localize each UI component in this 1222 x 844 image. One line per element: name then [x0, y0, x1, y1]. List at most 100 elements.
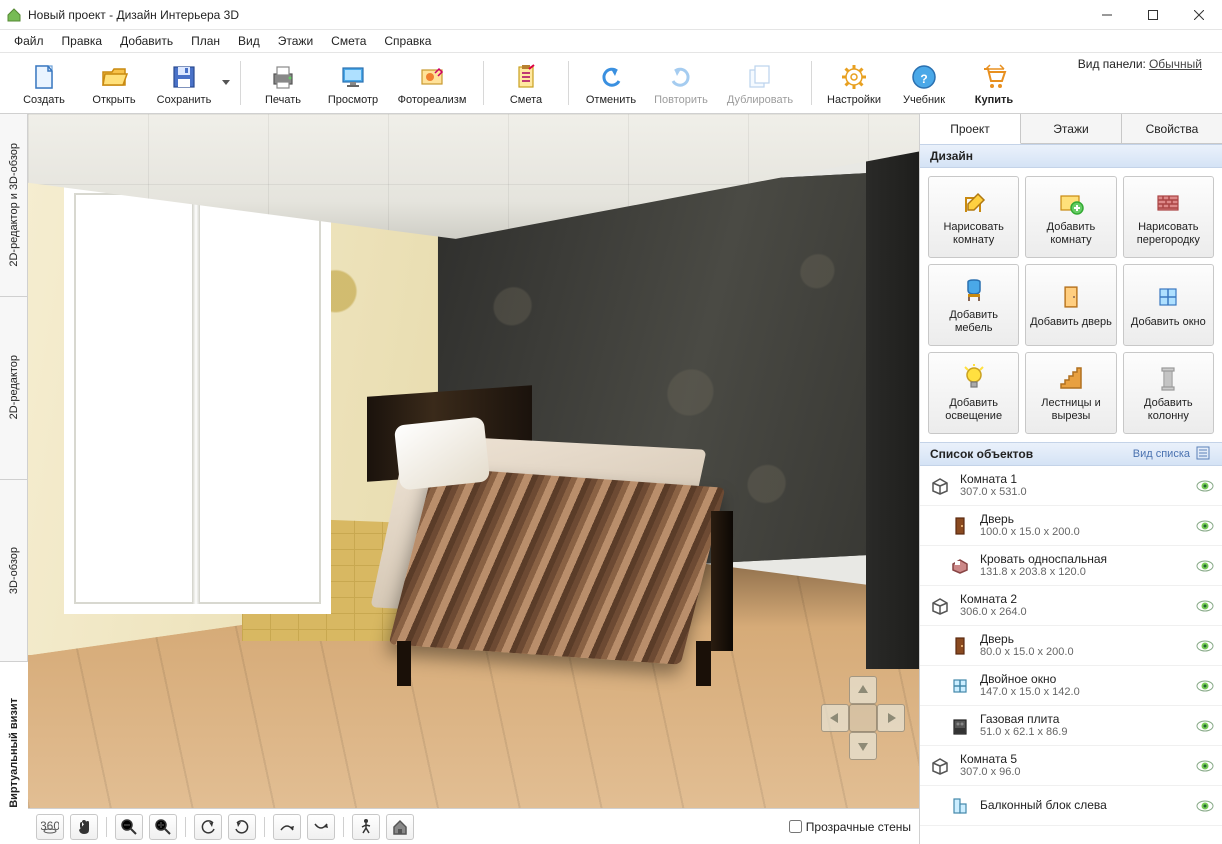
- door-sm-icon: [948, 634, 972, 658]
- minimize-button[interactable]: [1084, 0, 1130, 30]
- zoom-in-icon: [154, 818, 172, 836]
- visibility-eye-icon[interactable]: [1196, 480, 1214, 492]
- save-dropdown[interactable]: [220, 53, 232, 113]
- menu-вид[interactable]: Вид: [230, 32, 268, 50]
- menu-план[interactable]: План: [183, 32, 228, 50]
- chair-icon: [959, 275, 989, 305]
- visibility-eye-icon[interactable]: [1196, 800, 1214, 812]
- tilt-down-button[interactable]: [307, 814, 335, 840]
- balcony-sm-icon: [948, 794, 972, 818]
- right-tab-свойства[interactable]: Свойства: [1122, 114, 1222, 143]
- undo-button[interactable]: Отменить: [577, 53, 645, 113]
- object-item[interactable]: Газовая плита51.0 x 62.1 x 86.9: [920, 706, 1222, 746]
- transparent-walls-input[interactable]: [789, 820, 802, 833]
- design-buttons-grid: Нарисовать комнатуДобавить комнатуНарисо…: [920, 168, 1222, 442]
- nav-up-button[interactable]: [849, 676, 877, 704]
- add-room-button[interactable]: Добавить комнату: [1025, 176, 1116, 258]
- walk-button[interactable]: [352, 814, 380, 840]
- right-tab-проект[interactable]: Проект: [920, 114, 1021, 144]
- turntable-button[interactable]: 360: [36, 814, 64, 840]
- visibility-eye-icon[interactable]: [1196, 720, 1214, 732]
- visibility-eye-icon[interactable]: [1196, 560, 1214, 572]
- add-window-button[interactable]: Добавить окно: [1123, 264, 1214, 346]
- visibility-eye-icon[interactable]: [1196, 680, 1214, 692]
- file-new-icon: [28, 61, 60, 93]
- preview-button[interactable]: Просмотр: [319, 53, 387, 113]
- tilt-up-button[interactable]: [273, 814, 301, 840]
- buy-button[interactable]: Купить: [960, 53, 1028, 113]
- object-item[interactable]: Комната 2306.0 x 264.0: [920, 586, 1222, 626]
- home-button[interactable]: [386, 814, 414, 840]
- open-button[interactable]: Открыть: [80, 53, 148, 113]
- nav-center-button[interactable]: [849, 704, 877, 732]
- left-tab[interactable]: 3D-обзор: [0, 480, 27, 663]
- menu-смета[interactable]: Смета: [323, 32, 374, 50]
- transparent-walls-checkbox[interactable]: Прозрачные стены: [789, 820, 911, 834]
- room-box-icon: [928, 594, 952, 618]
- menu-добавить[interactable]: Добавить: [112, 32, 181, 50]
- duplicate-icon: [744, 61, 776, 93]
- pan-button[interactable]: [70, 814, 98, 840]
- visibility-eye-icon[interactable]: [1196, 520, 1214, 532]
- settings-button[interactable]: Настройки: [820, 53, 888, 113]
- objects-section-header: Список объектов Вид списка: [920, 442, 1222, 466]
- left-tab[interactable]: 2D-редактор и 3D-обзор: [0, 114, 27, 297]
- door-icon: [1056, 282, 1086, 312]
- stairs-button[interactable]: Лестницы и вырезы: [1025, 352, 1116, 434]
- print-button[interactable]: Печать: [249, 53, 317, 113]
- draw-room-button[interactable]: Нарисовать комнату: [928, 176, 1019, 258]
- menu-правка[interactable]: Правка: [54, 32, 111, 50]
- object-item[interactable]: Дверь80.0 x 15.0 x 200.0: [920, 626, 1222, 666]
- object-item[interactable]: Дверь100.0 x 15.0 x 200.0: [920, 506, 1222, 546]
- right-tab-этажи[interactable]: Этажи: [1021, 114, 1122, 143]
- nav-left-button[interactable]: [821, 704, 849, 732]
- svg-text:?: ?: [920, 72, 927, 86]
- visibility-eye-icon[interactable]: [1196, 640, 1214, 652]
- object-item[interactable]: Двойное окно147.0 x 15.0 x 142.0: [920, 666, 1222, 706]
- estimate-button[interactable]: Смета: [492, 53, 560, 113]
- add-column-button[interactable]: Добавить колонну: [1123, 352, 1214, 434]
- add-room-icon: [1056, 187, 1086, 217]
- app-icon: [6, 7, 22, 23]
- maximize-button[interactable]: [1130, 0, 1176, 30]
- orbit-cw-button[interactable]: [228, 814, 256, 840]
- add-door-button[interactable]: Добавить дверь: [1025, 264, 1116, 346]
- menu-файл[interactable]: Файл: [6, 32, 52, 50]
- add-light-button[interactable]: Добавить освещение: [928, 352, 1019, 434]
- close-button[interactable]: [1176, 0, 1222, 30]
- panel-mode-link[interactable]: Обычный: [1149, 57, 1202, 71]
- titlebar: Новый проект - Дизайн Интерьера 3D: [0, 0, 1222, 30]
- door-sm-icon: [948, 514, 972, 538]
- object-item[interactable]: Кровать односпальная131.8 x 203.8 x 120.…: [920, 546, 1222, 586]
- orbit-ccw-button[interactable]: [194, 814, 222, 840]
- objects-list-icon[interactable]: [1196, 446, 1212, 462]
- undo-icon: [595, 61, 627, 93]
- draw-partition-button[interactable]: Нарисовать перегородку: [1123, 176, 1214, 258]
- bed-model: [367, 426, 741, 676]
- tilt-down-icon: [312, 818, 330, 836]
- tutorial-button[interactable]: ?Учебник: [890, 53, 958, 113]
- save-button[interactable]: Сохранить: [150, 53, 218, 113]
- zoom-out-button[interactable]: [115, 814, 143, 840]
- monitor-icon: [337, 61, 369, 93]
- left-tab[interactable]: Виртуальный визит: [0, 662, 28, 844]
- menu-этажи[interactable]: Этажи: [270, 32, 321, 50]
- nav-down-button[interactable]: [849, 732, 877, 760]
- object-item[interactable]: Комната 1307.0 x 531.0: [920, 466, 1222, 506]
- orbit-ccw-icon: [199, 818, 217, 836]
- 3d-viewport[interactable]: [28, 114, 919, 808]
- zoom-out-icon: [120, 818, 138, 836]
- zoom-in-button[interactable]: [149, 814, 177, 840]
- objects-view-link[interactable]: Вид списка: [1133, 448, 1190, 460]
- menu-справка[interactable]: Справка: [376, 32, 439, 50]
- add-furniture-button[interactable]: Добавить мебель: [928, 264, 1019, 346]
- navigation-dpad: [821, 676, 905, 760]
- object-item[interactable]: Балконный блок слева: [920, 786, 1222, 826]
- new-button[interactable]: Создать: [10, 53, 78, 113]
- visibility-eye-icon[interactable]: [1196, 600, 1214, 612]
- photoreal-button[interactable]: Фотореализм: [389, 53, 475, 113]
- nav-right-button[interactable]: [877, 704, 905, 732]
- visibility-eye-icon[interactable]: [1196, 760, 1214, 772]
- object-item[interactable]: Комната 5307.0 x 96.0: [920, 746, 1222, 786]
- left-tab[interactable]: 2D-редактор: [0, 297, 27, 480]
